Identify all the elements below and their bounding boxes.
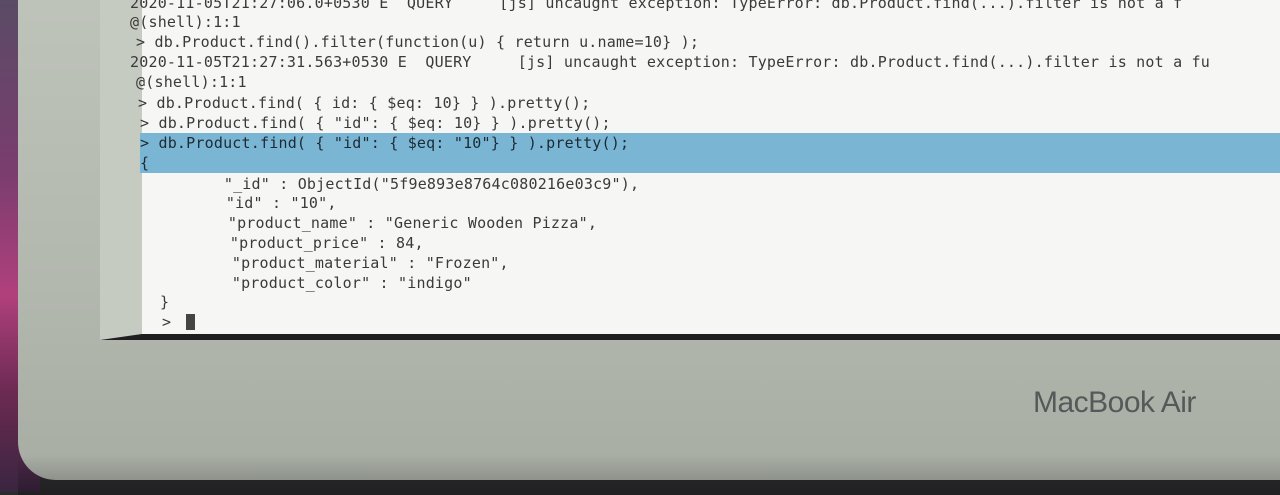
terminal-line: "product_color" : "indigo"	[158, 274, 472, 292]
terminal-line: 2020-11-05T21:27:31.563+0530 E QUERY [js…	[130, 53, 1210, 71]
text-cursor	[186, 314, 196, 330]
terminal-line: "product_material" : "Frozen",	[158, 254, 509, 272]
prompt-text: >	[162, 313, 181, 331]
terminal-line: > db.Product.find( { "id": { $eq: 10} } …	[140, 114, 611, 132]
terminal-line: 2020-11-05T21:27:06.0+0530 E QUERY [js] …	[130, 0, 1183, 12]
terminal-line: > db.Product.find().filter(function(u) {…	[136, 33, 700, 51]
terminal-line-selected: > db.Product.find( { "id": { $eq: "10"} …	[140, 133, 1280, 153]
terminal-line: "id" : "10",	[152, 194, 337, 212]
terminal-line: "product_name" : "Generic Wooden Pizza",	[154, 214, 598, 232]
terminal-line: }	[160, 293, 170, 311]
terminal-line: > db.Product.find( { id: { $eq: 10} } ).…	[138, 94, 591, 112]
terminal-line-selected: {	[140, 153, 1280, 173]
terminal-prompt-line[interactable]: >	[162, 312, 196, 332]
terminal-line: @(shell):1:1	[130, 13, 241, 31]
terminal-line: "product_price" : 84,	[156, 234, 424, 252]
macbook-air-logo: MacBook Air	[1033, 386, 1196, 419]
terminal-line: @(shell):1:1	[136, 73, 247, 91]
bezel-shadow	[18, 455, 1280, 495]
terminal-line: "_id" : ObjectId("5f9e893e8764c080216e03…	[150, 175, 640, 193]
mongo-shell-terminal[interactable]: 2020-11-05T21:27:06.0+0530 E QUERY [js] …	[130, 0, 1280, 333]
